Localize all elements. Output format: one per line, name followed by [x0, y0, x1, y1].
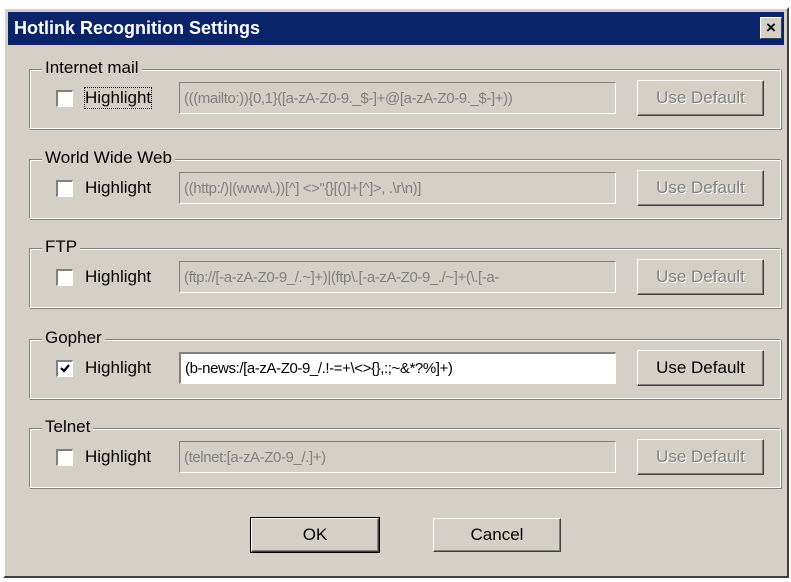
highlight-label-ftp[interactable]: Highlight: [85, 267, 151, 287]
group-label-internet-mail: Internet mail: [42, 58, 142, 78]
checkmark-icon: [60, 364, 70, 373]
close-button[interactable]: ×: [760, 17, 782, 39]
group-world-wide-web: World Wide Web Highlight Use Default: [29, 148, 781, 219]
highlight-checkbox-internet-mail[interactable]: [56, 90, 73, 107]
dialog-title: Hotlink Recognition Settings: [14, 18, 260, 38]
highlight-label-telnet[interactable]: Highlight: [85, 447, 151, 467]
highlight-label-internet-mail[interactable]: Highlight: [83, 87, 153, 109]
use-default-button-gopher[interactable]: Use Default: [637, 350, 764, 386]
pattern-field-gopher[interactable]: [179, 352, 616, 384]
use-default-button-internet-mail[interactable]: Use Default: [637, 80, 764, 116]
cancel-button[interactable]: Cancel: [433, 518, 561, 552]
group-label-telnet: Telnet: [42, 417, 94, 437]
group-internet-mail: Internet mail Highlight Use Default: [29, 58, 781, 129]
ok-button[interactable]: OK: [250, 517, 380, 553]
group-ftp: FTP Highlight Use Default: [29, 237, 781, 308]
group-label-gopher: Gopher: [42, 328, 105, 348]
pattern-field-internet-mail[interactable]: [179, 82, 616, 114]
highlight-label-gopher[interactable]: Highlight: [85, 358, 151, 378]
highlight-checkbox-ftp[interactable]: [56, 269, 73, 286]
use-default-button-ftp[interactable]: Use Default: [637, 259, 764, 295]
close-icon: ×: [766, 18, 776, 37]
pattern-field-telnet[interactable]: [179, 441, 616, 473]
title-bar[interactable]: Hotlink Recognition Settings ×: [8, 12, 784, 45]
highlight-checkbox-world-wide-web[interactable]: [56, 180, 73, 197]
group-label-world-wide-web: World Wide Web: [42, 148, 175, 168]
highlight-label-world-wide-web[interactable]: Highlight: [85, 178, 151, 198]
group-telnet: Telnet Highlight Use Default: [29, 417, 781, 488]
highlight-checkbox-gopher[interactable]: [56, 360, 73, 377]
settings-dialog: Hotlink Recognition Settings × Internet …: [3, 7, 789, 578]
highlight-checkbox-telnet[interactable]: [56, 449, 73, 466]
group-label-ftp: FTP: [42, 237, 81, 257]
use-default-button-telnet[interactable]: Use Default: [637, 439, 764, 475]
pattern-field-ftp[interactable]: [179, 261, 616, 293]
pattern-field-world-wide-web[interactable]: [179, 172, 616, 204]
use-default-button-world-wide-web[interactable]: Use Default: [637, 170, 764, 206]
group-gopher: Gopher Highlight Use Default: [29, 328, 781, 399]
